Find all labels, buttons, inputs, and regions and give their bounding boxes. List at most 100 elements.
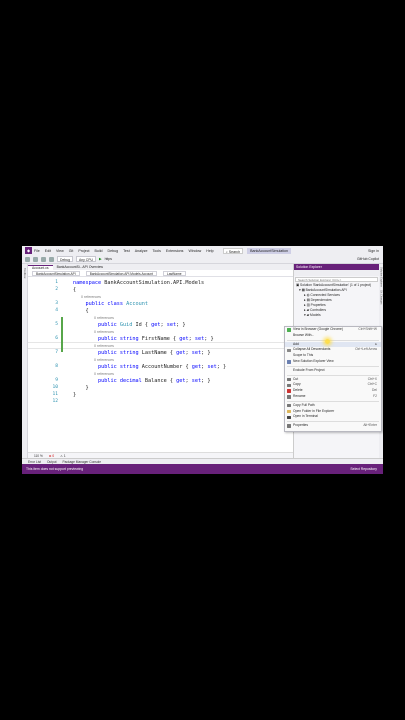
context-menu-item-exclude-from-project[interactable]: Exclude From Project [285,368,381,374]
references-codelens[interactable]: 0 references [28,372,293,377]
code-line[interactable]: 1 namespace BankAccountSimulation.API.Mod… [28,280,293,287]
status-bar: This item does not support previewing Se… [22,464,383,474]
code-token: ; } [204,336,214,342]
line-number: 6 [55,336,58,341]
menu-separator [287,400,379,402]
code-line[interactable]: 3 public class Account [28,301,293,308]
tree-node-label: Dependencies [310,298,332,302]
search-box[interactable]: ⌕ Search [222,247,244,254]
code-token: public [98,336,120,342]
references-codelens[interactable]: 0 references [28,330,293,335]
copy-icon [287,383,291,388]
code-line[interactable]: 11} [28,392,293,399]
menu-item-git[interactable]: Git [69,249,74,253]
menu-item-debug[interactable]: Debug [108,249,119,253]
references-codelens[interactable]: 0 references [28,316,293,321]
panel-tab-output[interactable]: Output [47,460,57,464]
menu-item-label: Copy Full Path [293,402,315,407]
search-label: Search [228,249,241,254]
code-token: ; } [216,364,227,370]
visual-studio-window: ◆ File Edit View Git Project Build Debug Test An… [22,246,383,474]
menu-item-window[interactable]: Window [188,249,201,253]
forward-icon[interactable] [33,256,38,262]
code-token: set [207,364,217,370]
select-repository-button[interactable]: Select Repository [350,467,383,471]
run-target-label[interactable]: https [105,257,112,261]
menu-item-view[interactable]: View [56,249,64,253]
menu-item-project[interactable]: Project [78,249,89,253]
references-codelens[interactable]: 0 references [28,358,293,363]
menu-item-label: Open in Terminal [293,414,318,419]
menu-item-tools[interactable]: Tools [153,249,161,253]
type-dropdown[interactable]: BankAccountSimulation.API.Models.Account [85,270,157,276]
code-token: set [166,322,177,328]
zoom-level[interactable]: 110 % [34,454,43,458]
context-menu-item-open-in-terminal[interactable]: Open in Terminal [285,414,381,420]
code-line[interactable]: 7 public string LastName { get; set; } [28,350,293,357]
code-token: public [98,364,120,370]
git-changes-side-tab[interactable]: Git Changes [380,290,383,304]
error-count[interactable]: ⊗ 0 [49,454,54,458]
sign-in-link[interactable]: Sign in [368,249,379,253]
wrench-icon [287,424,291,428]
menu-item-label: Properties [293,423,309,428]
context-menu-item-properties[interactable]: Properties Alt+Enter [285,423,381,429]
menu-item-help[interactable]: Help [206,249,213,253]
code-token: LastName { [141,350,177,356]
line-number: 10 [52,385,58,390]
warning-count[interactable]: ⚠ 1 [60,454,66,458]
member-dropdown[interactable]: LastName [162,270,186,276]
menu-item-analyze[interactable]: Analyze [135,249,148,253]
context-menu-item-new-solution-explorer-view[interactable]: New Solution Explorer View [285,359,381,365]
copilot-button[interactable]: GitHub Copilot [357,257,379,261]
code-token: } [73,385,89,391]
code-line[interactable]: 2{ [28,287,293,294]
menu-separator [287,339,379,341]
menu-item-edit[interactable]: Edit [45,249,51,253]
back-icon[interactable] [25,256,30,262]
solution-explorer-side-tab[interactable]: Solution Explorer [380,267,383,287]
save-icon[interactable] [41,256,46,262]
menu-item-label: Collapse All Descendants [293,347,331,352]
code-line[interactable]: 8 public string AccountNumber { get; set… [28,364,293,371]
menu-item-extensions[interactable]: Extensions [166,249,184,253]
code-text: public class Account [73,301,149,307]
code-text: } [73,385,89,391]
code-token: ; } [201,350,211,356]
run-icon[interactable]: ▶ [99,257,102,261]
platform-select[interactable]: Any CPU [76,256,96,262]
panel-tab-error-list[interactable]: Error List [28,460,41,464]
menu-item-label: Rename [293,393,306,398]
references-codelens[interactable]: 0 references [28,295,293,300]
context-menu-item-rename[interactable]: Rename F2 [285,394,381,400]
menu-item-label: Copy [293,382,301,387]
code-line[interactable]: 12 [28,399,293,406]
main-toolbar: Debug Any CPU ▶ https GitHub Copilot [22,255,383,264]
code-line[interactable]: 10 } [28,385,293,392]
code-token: class [107,301,127,307]
copy-path-icon [287,403,291,408]
code-line[interactable]: 5 public Guid Id { get; set; } [28,322,293,329]
code-line[interactable]: 9 public decimal Balance { get; set; } [28,378,293,385]
code-editor[interactable]: 1 namespace BankAccountSimulation.API.Mod… [28,277,293,452]
code-line[interactable]: 4 { [28,308,293,315]
project-dropdown[interactable]: BankAccountSimulation.API [32,270,80,276]
line-number: 3 [55,301,58,306]
panel-tab-package-manager-console[interactable]: Package Manager Console [63,460,101,464]
code-line[interactable]: 6 public string FirstName { get; set; } [28,336,293,343]
menu-item-build[interactable]: Build [95,249,103,253]
code-token: public [98,322,120,328]
menu-item-shortcut: Alt+Enter [363,423,377,428]
references-codelens[interactable]: 0 references [28,344,293,349]
menu-item-test[interactable]: Test [123,249,130,253]
toolbox-tab[interactable]: Toolbox [23,268,27,278]
context-menu-item-browse-with[interactable]: Browse With... [285,333,381,339]
menu-item-file[interactable]: File [34,249,40,253]
code-token: string [119,336,142,342]
tree-node[interactable]: ▾ ▰ Models [294,313,379,318]
tree-node-label: Solution 'BankAccountSimulation' (1 of 1… [300,283,372,287]
undo-icon[interactable] [49,256,54,262]
solution-explorer-search[interactable]: Search Solution Explorer (Ctrl+;) [295,277,378,282]
configuration-select[interactable]: Debug [57,256,73,262]
